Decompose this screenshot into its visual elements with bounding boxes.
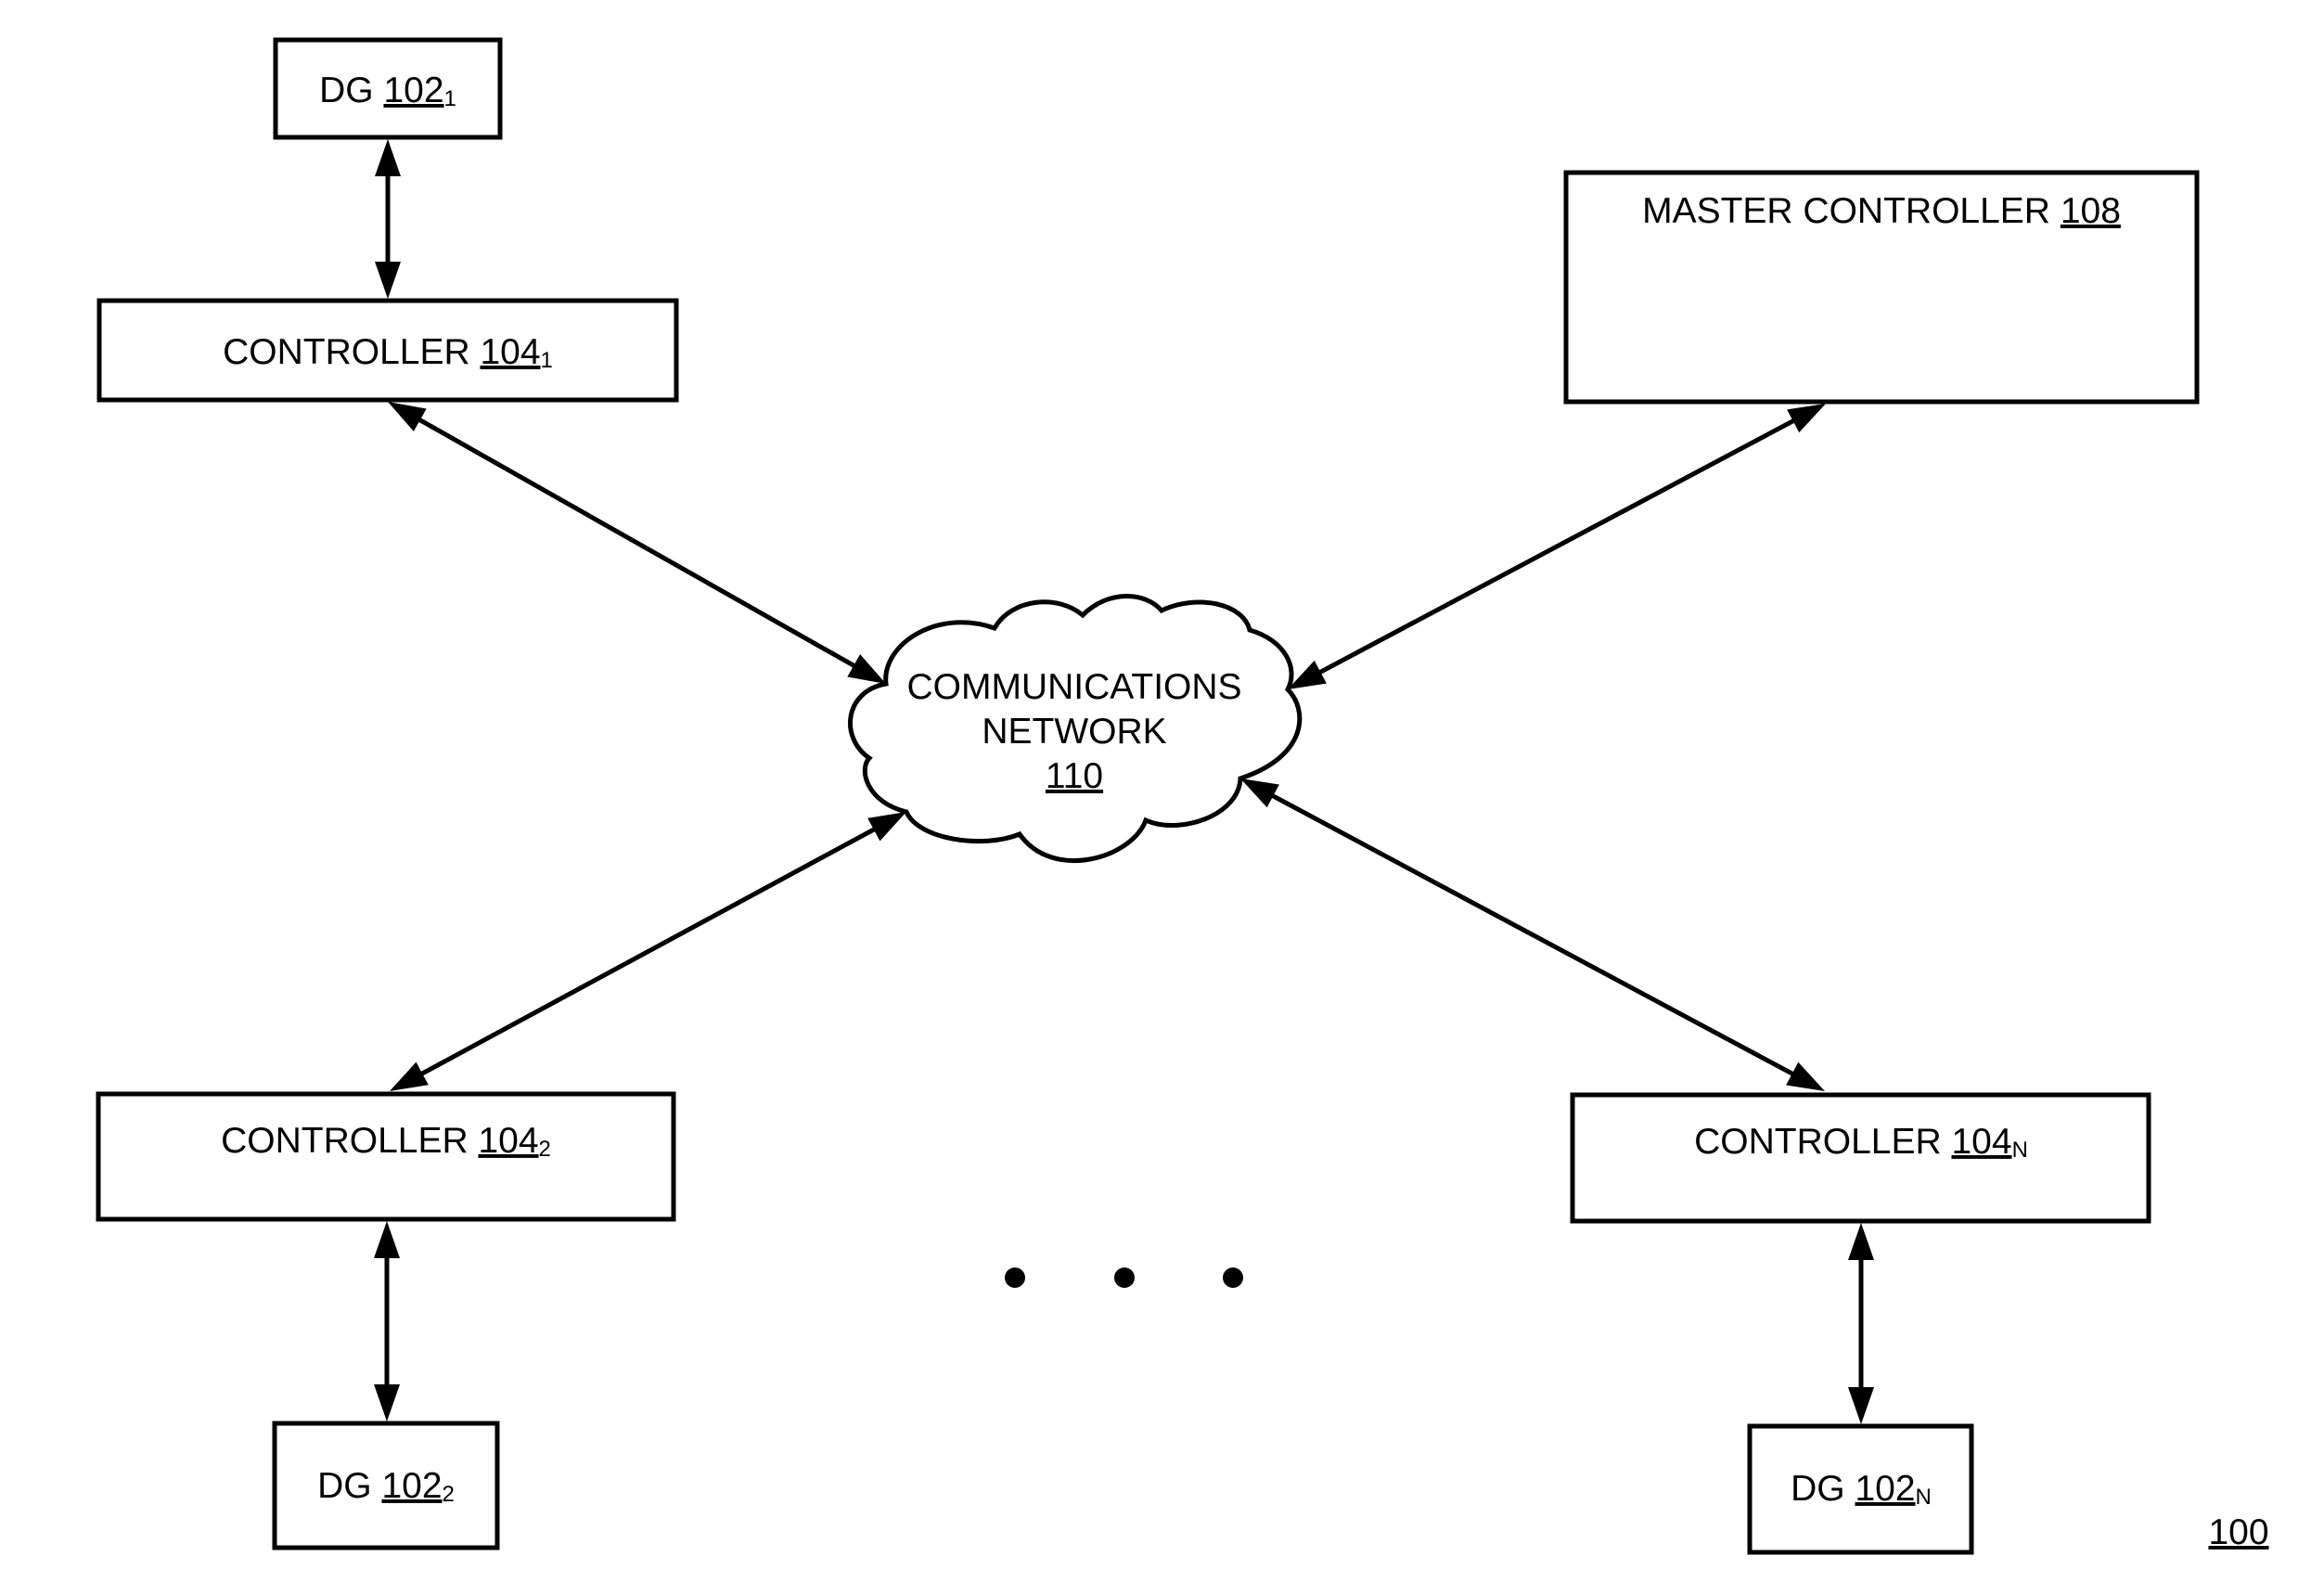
controller-104-2-node: CONTROLLER 1042	[96, 1091, 676, 1222]
dg-102-1-node: DG 1021	[273, 37, 503, 140]
connector-line	[1311, 414, 1803, 679]
network-label-line2: NETWORK	[982, 712, 1166, 752]
controller-104-1-node: CONTROLLER 1041	[96, 298, 679, 403]
master-controller-108-label: MASTER CONTROLLER 108	[1642, 191, 2121, 231]
arrowhead-icon	[388, 402, 427, 431]
figure-reference-label: 100	[2208, 1512, 2268, 1552]
dg-102-2-node: DG 1022	[272, 1421, 500, 1550]
arrowhead-icon	[374, 1221, 400, 1258]
arrowhead-icon	[390, 1061, 429, 1091]
dg-102-n-label: DG 102N	[1791, 1469, 1932, 1510]
arrowhead-icon	[1786, 1061, 1825, 1091]
ellipsis-dot	[1114, 1267, 1135, 1288]
connector-line	[413, 823, 883, 1080]
system-diagram: DG 1021 CONTROLLER 1041 MASTER CONTROLLE…	[96, 37, 2269, 1555]
connector-line	[1264, 789, 1802, 1081]
communications-network-110-node: COMMUNICATIONS NETWORK 110	[847, 594, 1303, 863]
connector-dg1-controller1	[375, 139, 401, 299]
dg-102-n-node: DG 102N	[1747, 1423, 1974, 1555]
dg-102-1-label: DG 1021	[319, 71, 456, 111]
arrowhead-icon	[1848, 1387, 1874, 1424]
network-ref-label: 110	[1046, 756, 1103, 796]
arrowhead-icon	[1787, 404, 1826, 433]
connector-controllerN-dgN	[1848, 1223, 1874, 1424]
arrowhead-icon	[374, 1384, 400, 1421]
connector-controller2-network	[390, 812, 906, 1091]
dg-102-2-label: DG 1022	[317, 1466, 455, 1507]
master-controller-108-node: MASTER CONTROLLER 108	[1563, 170, 2200, 405]
ellipsis-dot	[1005, 1267, 1025, 1288]
arrowhead-icon	[375, 139, 401, 176]
connector-controller2-dg2	[374, 1221, 400, 1421]
arrowhead-icon	[867, 812, 906, 842]
connector-controllerN-network	[1240, 778, 1825, 1091]
controller-104-n-label: CONTROLLER 104N	[1694, 1122, 2028, 1163]
network-label-line1: COMMUNICATIONS	[906, 667, 1241, 707]
arrowhead-icon	[375, 262, 401, 299]
arrowhead-icon	[1240, 778, 1279, 808]
controller-104-2-label: CONTROLLER 1042	[221, 1121, 551, 1162]
ellipsis-dot	[1223, 1267, 1243, 1288]
connector-controller1-network	[388, 402, 886, 684]
connector-master-network	[1288, 404, 1826, 689]
connector-line	[410, 413, 864, 673]
controller-104-1-label: CONTROLLER 1041	[223, 332, 553, 373]
arrowhead-icon	[847, 654, 886, 684]
ellipsis-dots	[1005, 1267, 1243, 1288]
arrowhead-icon	[1848, 1223, 1874, 1260]
controller-104-n-node: CONTROLLER 104N	[1570, 1092, 2151, 1224]
